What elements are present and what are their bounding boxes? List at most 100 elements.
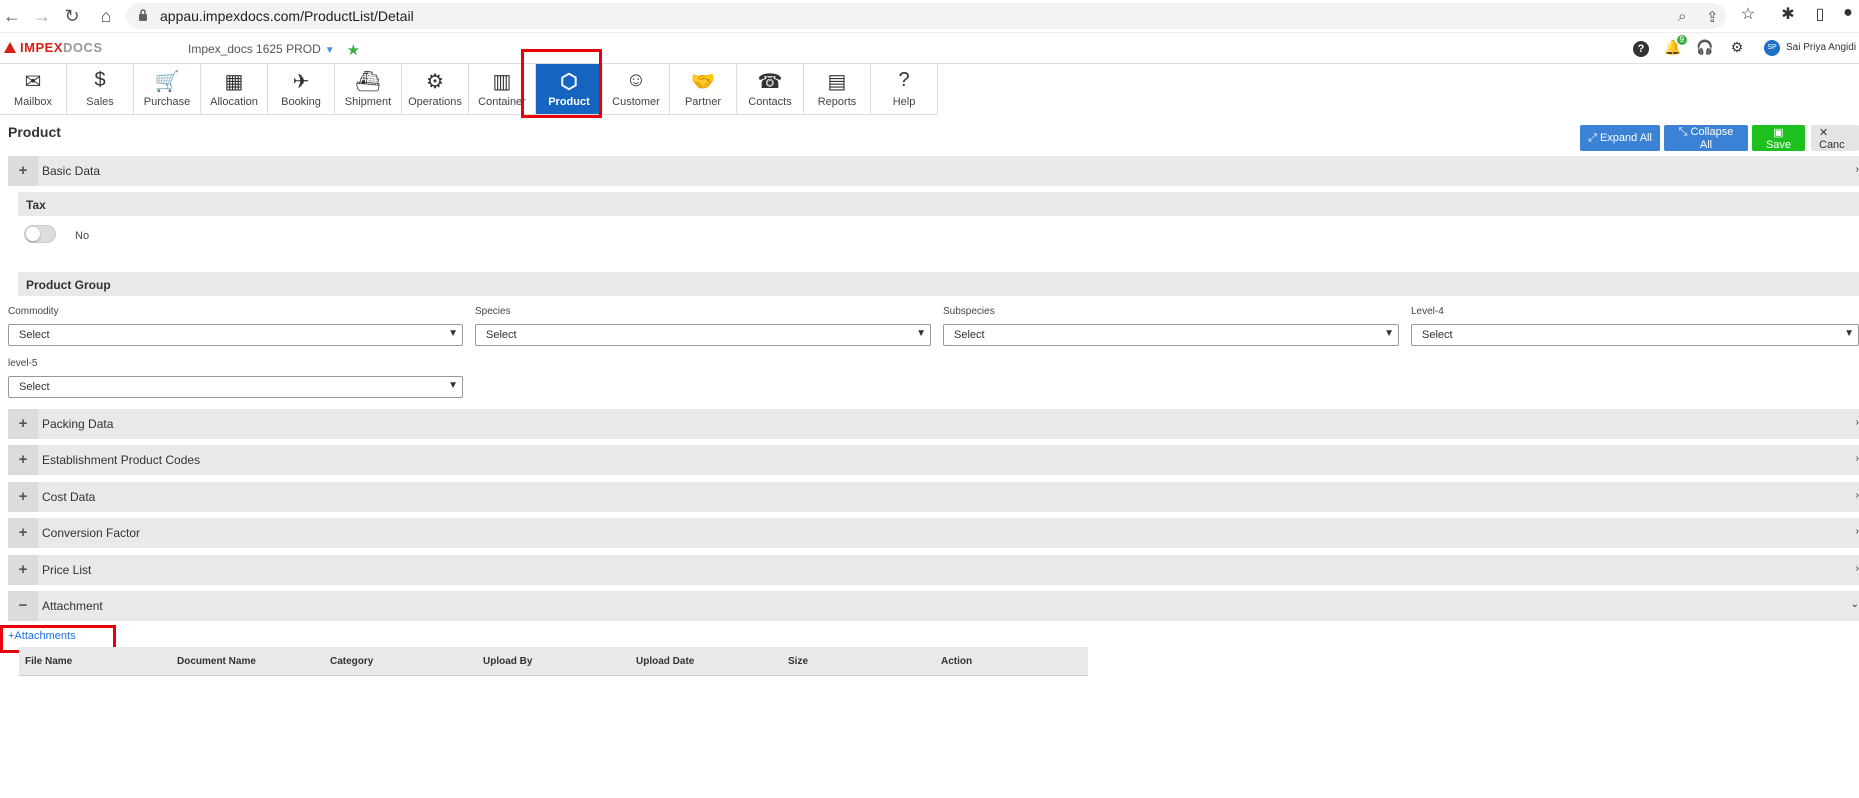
notification-bell-icon[interactable]: 🔔 9 — [1663, 35, 1687, 57]
logo-mark-icon — [4, 42, 16, 53]
dollar-icon: $ — [94, 69, 106, 91]
level4-label: Level-4 — [1411, 306, 1444, 317]
expand-plus-icon[interactable]: + — [8, 555, 38, 585]
level4-select[interactable]: Select ▼ — [1411, 324, 1859, 346]
section-cost-data[interactable]: + Cost Data › — [8, 482, 1859, 512]
tax-toggle[interactable] — [24, 225, 56, 243]
user-icon: ☺ — [625, 69, 647, 91]
chevron-down-icon: ▼ — [1384, 328, 1394, 339]
company-name: Impex_docs 1625 PROD — [188, 42, 321, 56]
cart-icon: 🛒 — [154, 71, 180, 93]
column-header: Upload Date — [636, 656, 695, 667]
app-header: IMPEXDOCS Impex_docs 1625 PROD ▼ ★ ? 🔔 9 🎧 … — [0, 33, 1859, 64]
module-help[interactable]: ? Help — [871, 64, 938, 114]
expand-plus-icon[interactable]: + — [8, 409, 38, 439]
container-icon: ▥ — [492, 71, 512, 93]
browser-toolbar: ← → ↻ ⌂ appau.impexdocs.com/ProductList/… — [0, 0, 1859, 33]
product-box-icon: ⬡ — [560, 71, 578, 93]
column-header: File Name — [25, 656, 73, 667]
reload-icon[interactable]: ↻ — [60, 4, 84, 28]
module-sales[interactable]: $ Sales — [67, 64, 134, 114]
cancel-button[interactable]: ✕ Canc — [1811, 125, 1859, 151]
chevron-icon: › — [1855, 417, 1859, 428]
commodity-select[interactable]: Select ▼ — [8, 324, 463, 346]
page-title: Product — [8, 124, 61, 140]
avatar[interactable]: SP — [1764, 40, 1780, 56]
expand-icon: ⤢ — [1588, 131, 1597, 144]
column-header: Category — [330, 656, 374, 667]
chevron-down-icon: ▼ — [448, 380, 458, 391]
extensions-icon[interactable]: ✱ — [1776, 4, 1800, 24]
bookmark-star-icon[interactable]: ☆ — [1736, 4, 1760, 24]
subspecies-select[interactable]: Select ▼ — [943, 324, 1399, 346]
module-container[interactable]: ▥ Container — [469, 64, 536, 114]
expand-plus-icon[interactable]: + — [8, 518, 38, 548]
favorite-star-icon[interactable]: ★ — [347, 42, 360, 59]
back-arrow-icon[interactable]: ← — [0, 4, 24, 28]
attachments-table-header: File Name Document Name Category Upload … — [19, 647, 1088, 676]
report-icon: ▤ — [827, 71, 847, 93]
species-label: Species — [475, 306, 511, 317]
commodity-label: Commodity — [8, 306, 59, 317]
company-selector[interactable]: Impex_docs 1625 PROD ▼ ★ — [188, 41, 360, 59]
level5-select[interactable]: Select ▼ — [8, 376, 463, 398]
side-panel-icon[interactable]: ▯ — [1808, 4, 1832, 24]
expand-plus-icon[interactable]: + — [8, 482, 38, 512]
help-circle-icon[interactable]: ? — [1631, 39, 1651, 57]
headset-icon[interactable]: 🎧 — [1695, 39, 1715, 57]
add-attachments-link[interactable]: +Attachments — [8, 630, 76, 642]
phone-icon: ☎ — [757, 71, 783, 93]
module-reports[interactable]: ▤ Reports — [804, 64, 871, 114]
address-bar[interactable]: appau.impexdocs.com/ProductList/Detail ⌕… — [126, 3, 1726, 29]
home-icon[interactable]: ⌂ — [94, 4, 118, 28]
share-icon[interactable]: ⇪ — [1706, 8, 1719, 26]
section-basic-data[interactable]: + Basic Data › — [8, 156, 1859, 186]
module-allocation[interactable]: ▦ Allocation — [201, 64, 268, 114]
notification-badge: 9 — [1676, 35, 1687, 45]
chevron-icon: › — [1855, 453, 1859, 464]
section-conversion-factor[interactable]: + Conversion Factor › — [8, 518, 1859, 548]
zoom-icon[interactable]: ⌕ — [1678, 8, 1686, 25]
species-select[interactable]: Select ▼ — [475, 324, 931, 346]
module-booking[interactable]: ✈ Booking — [268, 64, 335, 114]
module-mailbox[interactable]: ✉ Mailbox — [0, 64, 67, 114]
module-customer[interactable]: ☺ Customer — [603, 64, 670, 114]
module-purchase[interactable]: 🛒 Purchase — [134, 64, 201, 114]
column-header: Size — [788, 656, 809, 667]
expand-all-button[interactable]: ⤢ Expand All — [1580, 125, 1660, 151]
module-contacts[interactable]: ☎ Contacts — [737, 64, 804, 114]
boxes-icon: ▦ — [224, 71, 244, 93]
handshake-icon: 🤝 — [690, 71, 716, 93]
settings-gear-icon[interactable]: ⚙ — [1727, 39, 1747, 57]
help-icon: ? — [898, 69, 910, 91]
paper-plane-icon: ✈ — [292, 71, 310, 93]
chevron-icon: › — [1855, 164, 1859, 175]
chevron-icon: › — [1855, 526, 1859, 537]
user-name[interactable]: Sai Priya Angidi — [1786, 42, 1856, 53]
impexdocs-logo[interactable]: IMPEXDOCS — [4, 40, 103, 55]
collapse-all-button[interactable]: ⤡ Collapse All — [1664, 125, 1748, 151]
section-packing-data[interactable]: + Packing Data › — [8, 409, 1859, 439]
save-button[interactable]: ▣ Save — [1752, 125, 1805, 151]
expand-plus-icon[interactable]: + — [8, 156, 38, 186]
module-product[interactable]: ⬡ Product — [536, 64, 603, 114]
lock-icon — [139, 9, 147, 21]
section-attachment[interactable]: − Attachment ⌄ — [8, 591, 1859, 621]
profile-icon[interactable]: ● — [1836, 4, 1859, 22]
module-shipment[interactable]: ⛴ Shipment — [335, 64, 402, 114]
module-toolbar: ✉ Mailbox $ Sales 🛒 Purchase ▦ Allocation ✈ B… — [0, 64, 938, 115]
chevron-icon: › — [1855, 490, 1859, 501]
column-header: Action — [941, 656, 973, 667]
module-operations[interactable]: ⚙ Operations — [402, 64, 469, 114]
chevron-down-icon: ▼ — [1844, 328, 1854, 339]
gear-icon: ⚙ — [426, 71, 444, 93]
chevron-down-icon: ▼ — [916, 328, 926, 339]
forward-arrow-icon[interactable]: → — [30, 4, 54, 28]
section-price-list[interactable]: + Price List › — [8, 555, 1859, 585]
collapse-minus-icon[interactable]: − — [8, 591, 38, 621]
tax-subheading: Tax — [18, 192, 1859, 216]
save-disk-icon: ▣ — [1773, 126, 1784, 139]
section-establishment-product-codes[interactable]: + Establishment Product Codes › — [8, 445, 1859, 475]
expand-plus-icon[interactable]: + — [8, 445, 38, 475]
module-partner[interactable]: 🤝 Partner — [670, 64, 737, 114]
